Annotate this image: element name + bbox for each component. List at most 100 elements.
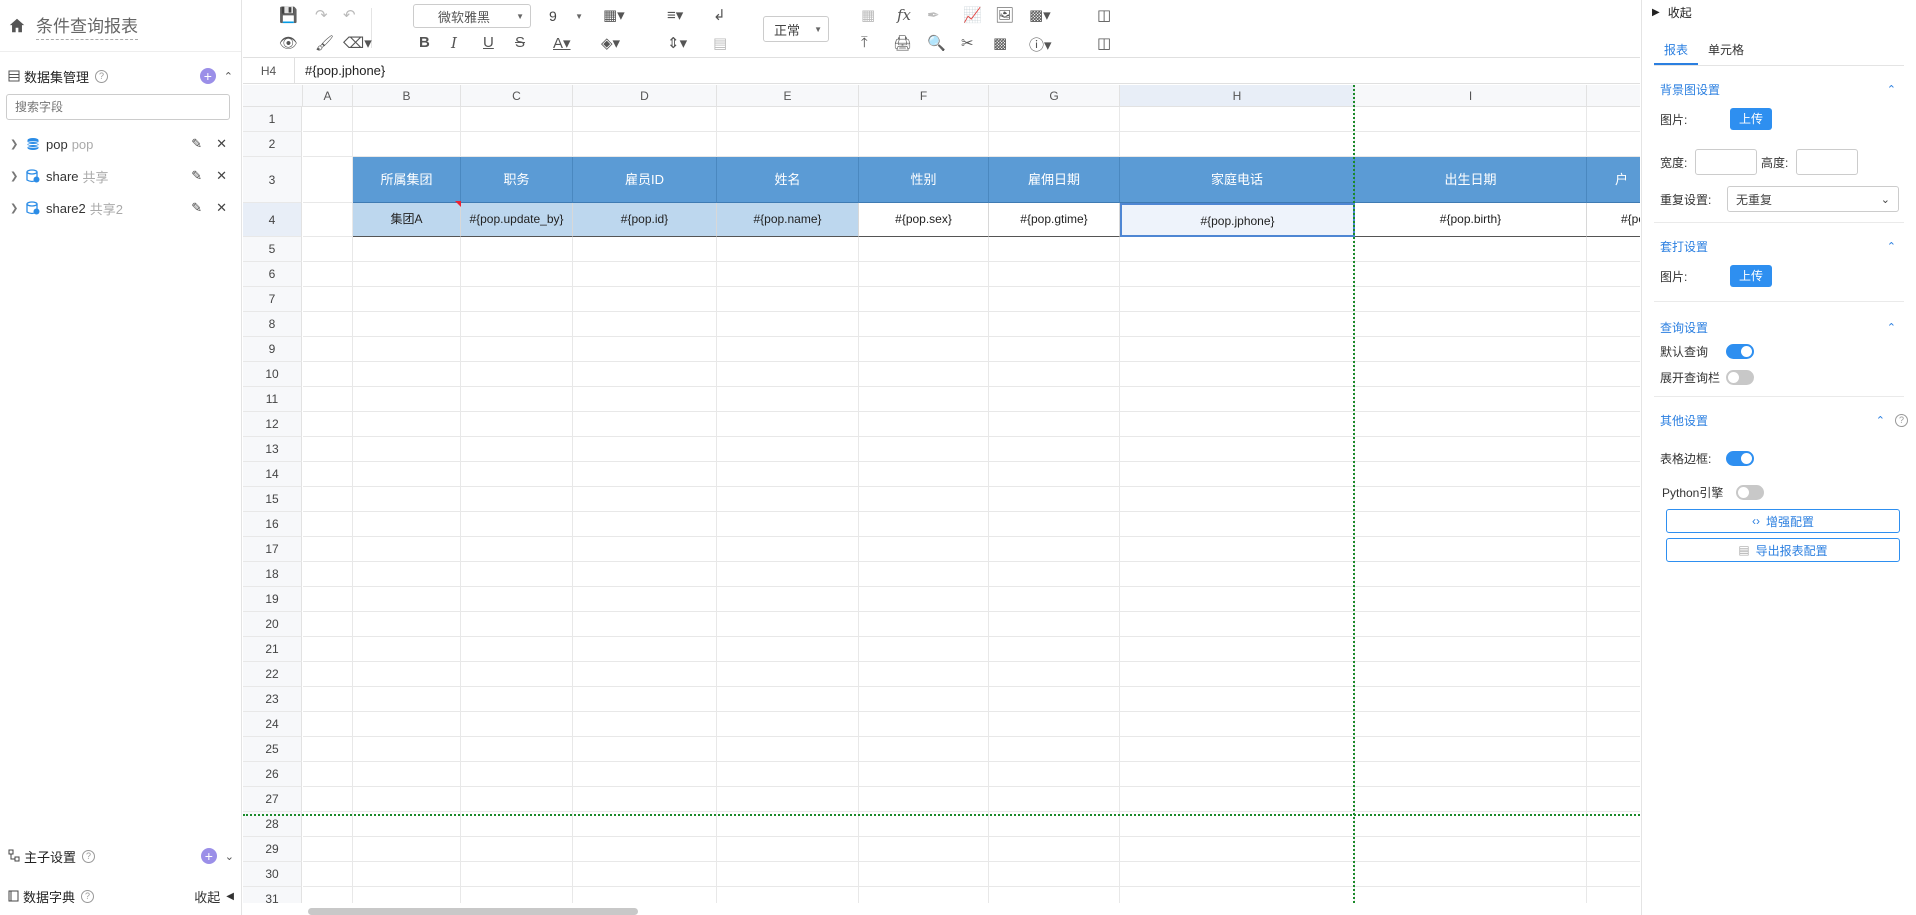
- font-family-select[interactable]: 微软雅黑 ▼: [413, 4, 531, 28]
- grid-cell[interactable]: [859, 287, 989, 312]
- grid-cell[interactable]: [303, 487, 353, 512]
- grid-cell[interactable]: [1587, 837, 1640, 862]
- row-header[interactable]: 7: [243, 287, 302, 312]
- grid-cell[interactable]: [859, 637, 989, 662]
- grid-cell[interactable]: [859, 107, 989, 132]
- table-data-cell[interactable]: #{pop.birth}: [1355, 203, 1587, 237]
- fill-color-icon[interactable]: ◈▾: [601, 34, 620, 52]
- grid-cell[interactable]: [1120, 512, 1355, 537]
- grid-cell[interactable]: [859, 412, 989, 437]
- grid-cell[interactable]: [573, 737, 717, 762]
- table-header-cell[interactable]: 所属集团: [353, 157, 461, 203]
- table-header-cell[interactable]: 性别: [859, 157, 989, 203]
- row-header[interactable]: 25: [243, 737, 302, 762]
- function-icon[interactable]: fx: [897, 6, 911, 24]
- grid-cell[interactable]: [573, 887, 717, 903]
- grid-cell[interactable]: [353, 837, 461, 862]
- grid-cell[interactable]: [303, 887, 353, 903]
- table-header-cell[interactable]: 户: [1587, 157, 1640, 203]
- preview-icon[interactable]: 👁: [279, 34, 298, 52]
- grid-cell[interactable]: [353, 132, 461, 157]
- print-icon[interactable]: 🖨: [893, 34, 912, 52]
- grid-cell[interactable]: [1355, 612, 1587, 637]
- grid-cell[interactable]: [353, 887, 461, 903]
- upload-icon[interactable]: ⤒: [861, 34, 868, 51]
- export-config-button[interactable]: ▤ 导出报表配置: [1666, 538, 1900, 562]
- row-header[interactable]: 22: [243, 662, 302, 687]
- grid-cell[interactable]: [859, 862, 989, 887]
- grid-cell[interactable]: [989, 287, 1120, 312]
- bg-upload-button[interactable]: 上传: [1730, 108, 1773, 130]
- grid-cell[interactable]: [1120, 587, 1355, 612]
- grid-cell[interactable]: [1355, 412, 1587, 437]
- table-border-toggle[interactable]: [1726, 450, 1754, 466]
- grid-cell[interactable]: [1355, 637, 1587, 662]
- grid-cell[interactable]: [461, 612, 573, 637]
- font-color-icon[interactable]: A▾: [553, 34, 571, 52]
- grid-cell[interactable]: [303, 362, 353, 387]
- row-header[interactable]: 17: [243, 537, 302, 562]
- grid-cell[interactable]: [353, 262, 461, 287]
- grid-cell[interactable]: [461, 587, 573, 612]
- table-data-cell[interactable]: #{pop.jphone}: [1120, 203, 1355, 237]
- table-data-cell[interactable]: #{pop.gtime}: [989, 203, 1120, 237]
- grid-cell[interactable]: [1587, 862, 1640, 887]
- grid-cell[interactable]: [859, 737, 989, 762]
- grid-cell[interactable]: [1587, 312, 1640, 337]
- grid-cell[interactable]: [461, 887, 573, 903]
- grid-cell[interactable]: [573, 362, 717, 387]
- grid-cell[interactable]: [573, 132, 717, 157]
- grid-cell[interactable]: [717, 262, 859, 287]
- grid-cell[interactable]: [1355, 462, 1587, 487]
- grid-cell[interactable]: [461, 237, 573, 262]
- grid-cell[interactable]: [461, 562, 573, 587]
- eraser-icon[interactable]: ⌫▾: [343, 34, 372, 52]
- grid-cell[interactable]: [353, 107, 461, 132]
- grid-cell[interactable]: [1120, 787, 1355, 812]
- row-header[interactable]: 3: [243, 157, 302, 203]
- grid-cell[interactable]: [1120, 537, 1355, 562]
- row-header[interactable]: 20: [243, 612, 302, 637]
- grid-cell[interactable]: [303, 612, 353, 637]
- grid-cell[interactable]: [859, 462, 989, 487]
- grid-cell[interactable]: [1355, 362, 1587, 387]
- grid-cell[interactable]: [1587, 562, 1640, 587]
- panel-collapse[interactable]: ▶ 收起: [1642, 0, 1916, 24]
- grid-cell[interactable]: [353, 787, 461, 812]
- grid-cell[interactable]: [1587, 537, 1640, 562]
- grid-cell[interactable]: [859, 787, 989, 812]
- caret-right-icon[interactable]: ▶: [1652, 7, 1660, 18]
- grid-cell[interactable]: [1587, 487, 1640, 512]
- underline-icon[interactable]: U: [483, 34, 494, 51]
- grid-cell[interactable]: [989, 462, 1120, 487]
- column-header[interactable]: G: [989, 85, 1120, 107]
- grid-cell[interactable]: [989, 612, 1120, 637]
- query-section-header[interactable]: 查询设置 ⌃: [1642, 316, 1916, 338]
- grid-cell[interactable]: [1587, 107, 1640, 132]
- grid-cell[interactable]: [1587, 362, 1640, 387]
- grid-cell[interactable]: [717, 512, 859, 537]
- tab-cell[interactable]: 单元格: [1698, 34, 1754, 65]
- grid-cell[interactable]: [989, 537, 1120, 562]
- grid-cell[interactable]: [461, 512, 573, 537]
- grid-cell[interactable]: [461, 337, 573, 362]
- home-icon[interactable]: [8, 17, 26, 35]
- valign-icon[interactable]: ⇕▾: [667, 34, 687, 52]
- grid-cell[interactable]: [989, 512, 1120, 537]
- grid-cell[interactable]: [717, 687, 859, 712]
- grid-cell[interactable]: [303, 157, 353, 203]
- grid-cell[interactable]: [717, 862, 859, 887]
- grid-cell[interactable]: [1587, 462, 1640, 487]
- search-icon[interactable]: 🔍: [927, 34, 946, 52]
- grid-cell[interactable]: [303, 132, 353, 157]
- grid-cell[interactable]: [717, 762, 859, 787]
- brush-icon[interactable]: ✒: [927, 6, 940, 24]
- grid-cell[interactable]: [461, 487, 573, 512]
- line-chart-icon[interactable]: 📈: [963, 6, 982, 24]
- grid-cell[interactable]: [461, 362, 573, 387]
- chevron-down-icon[interactable]: ⌄: [225, 850, 234, 863]
- grid-corner[interactable]: [243, 85, 303, 107]
- grid-cell[interactable]: [461, 437, 573, 462]
- grid-cell[interactable]: [353, 662, 461, 687]
- row-header[interactable]: 9: [243, 337, 302, 362]
